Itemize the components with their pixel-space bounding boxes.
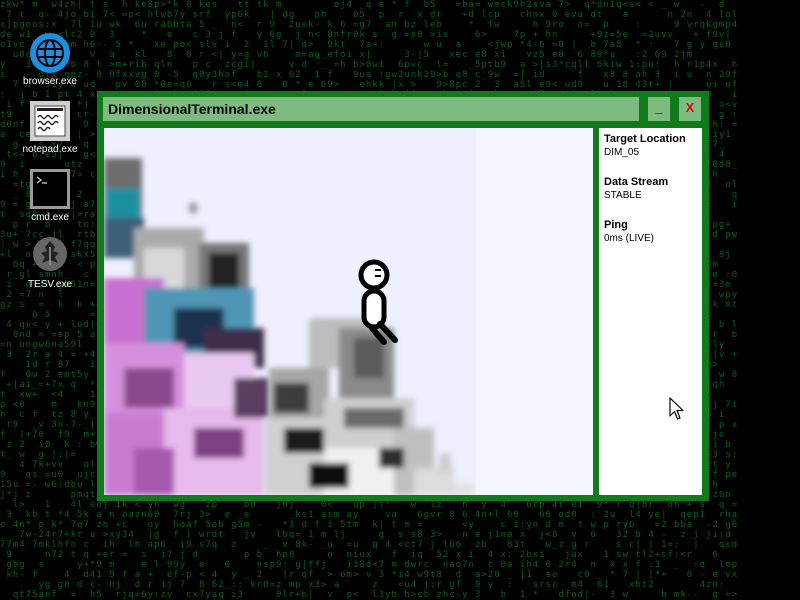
data-stream-stat: Data Stream STABLE: [604, 176, 697, 201]
side-info-panel: Target Location DIM_05 Data Stream STABL…: [599, 128, 702, 495]
mouse-cursor-icon: [669, 397, 684, 420]
desktop-icon-notepad[interactable]: notepad.exe: [10, 100, 90, 155]
target-location-value: DIM_05: [604, 147, 640, 158]
target-location-label: Target Location: [604, 133, 686, 145]
data-stream-label: Data Stream: [604, 176, 669, 188]
desktop-icon-label: notepad.exe: [22, 144, 78, 155]
title-bar[interactable]: DimensionalTerminal.exe: [103, 97, 639, 121]
ping-stat: Ping 0ms (LIVE): [604, 219, 697, 244]
desktop-icon-tesv[interactable]: TESV.exe: [10, 235, 90, 290]
desktop-icon-label: cmd.exe: [31, 212, 69, 223]
target-location-stat: Target Location DIM_05: [604, 133, 697, 158]
desktop-icon-cmd[interactable]: cmd.exe: [10, 168, 90, 223]
dimension-viewport[interactable]: [104, 128, 593, 495]
desktop-icon-label: TESV.exe: [27, 279, 73, 290]
dragon-emblem-icon: [29, 235, 71, 277]
close-button[interactable]: X: [679, 97, 701, 121]
ping-value: 0ms (LIVE): [604, 233, 655, 244]
desktop-icon-label: browser.exe: [23, 76, 77, 87]
glitch-scene: [104, 128, 593, 495]
dimensional-terminal-window: DimensionalTerminal.exe _ X Target Locat…: [97, 91, 709, 501]
data-stream-value: STABLE: [604, 190, 642, 201]
ping-label: Ping: [604, 219, 628, 231]
notepad-icon: [29, 100, 71, 142]
desktop-icon-browser[interactable]: browser.exe: [10, 32, 90, 87]
minimize-button[interactable]: _: [648, 97, 670, 121]
glitch-terrain-left: [104, 158, 269, 495]
window-title: DimensionalTerminal.exe: [108, 101, 276, 117]
terminal-icon: [29, 168, 71, 210]
globe-icon: [29, 32, 71, 74]
